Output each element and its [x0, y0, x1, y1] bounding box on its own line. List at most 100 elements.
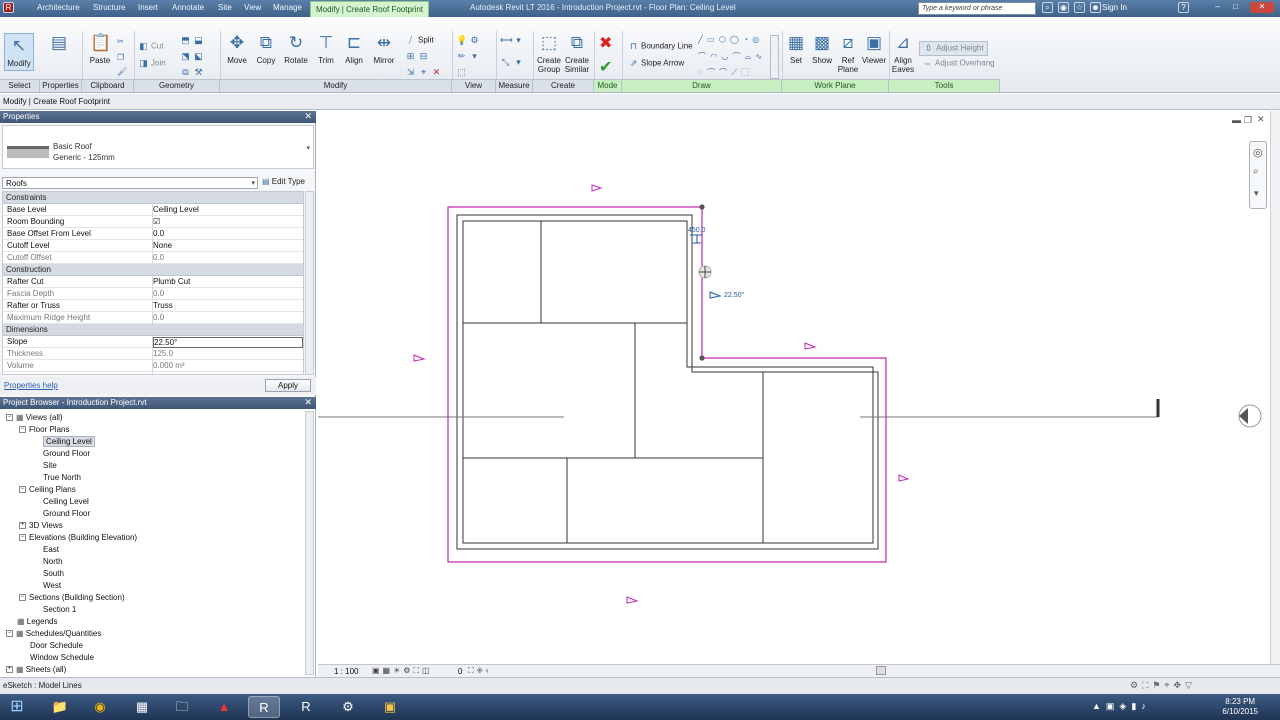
tab-manage[interactable]: Manage	[273, 3, 302, 12]
browser-item[interactable]: Ceiling Level	[32, 436, 95, 447]
property-value[interactable]: 0.0	[153, 313, 303, 324]
elevation-marker-right[interactable]	[1238, 404, 1262, 428]
property-row[interactable]: Cutoff Offset 0.0	[3, 252, 303, 264]
property-value[interactable]	[153, 373, 303, 374]
modify-tools-row-2[interactable]: ⊞ ⊟	[405, 51, 431, 62]
copy-small-icon[interactable]: ❐	[117, 53, 124, 62]
browser-item[interactable]: Ceiling Level	[32, 497, 89, 506]
temp-dimension-value[interactable]: 450.0	[688, 227, 706, 234]
property-value[interactable]: 22.50°	[153, 337, 303, 348]
expand-icon[interactable]: +	[19, 522, 26, 530]
property-row[interactable]: Room Bounding ☑	[3, 216, 303, 228]
horizontal-scroll-thumb[interactable]	[876, 666, 886, 675]
property-row[interactable]: Maximum Ridge Height 0.0	[3, 312, 303, 324]
draw-pick-tools[interactable]: ◌ ⌒ ⌒ ⟋ ⬚	[698, 67, 750, 78]
steering-wheel-icon[interactable]: ◎	[1253, 146, 1263, 159]
type-selector[interactable]: Basic Roof Generic - 125mm ▾	[2, 125, 314, 169]
help-icon[interactable]: ?	[1178, 2, 1189, 13]
minimize-view-icon[interactable]: ▬	[1232, 115, 1241, 125]
browser-item[interactable]: Section 1	[32, 605, 76, 614]
property-row[interactable]: Slope 22.50°	[3, 336, 303, 348]
property-row[interactable]: Volume 0.000 m³	[3, 360, 303, 372]
browser-item[interactable]: − ▦ Schedules/Quantities	[6, 629, 101, 638]
browser-item[interactable]: − Ceiling Plans	[19, 485, 76, 494]
tab-view[interactable]: View	[244, 3, 261, 12]
browser-item[interactable]: Window Schedule	[19, 653, 94, 662]
geometry-tool-3[interactable]: ⧉ ⚒	[180, 67, 206, 78]
ref-plane-button[interactable]: ⧄ Ref Plane	[836, 33, 860, 74]
viewer-button[interactable]: ▣ Viewer	[861, 33, 887, 65]
mirror-button[interactable]: ⇹ Mirror	[370, 33, 398, 65]
browser-item[interactable]: + ▦ Sheets (all)	[6, 665, 66, 674]
chrome-icon[interactable]: ◉	[84, 696, 116, 718]
property-value[interactable]: 0.0	[153, 253, 303, 264]
property-value[interactable]: Plumb Cut	[153, 277, 303, 288]
close-icon[interactable]: ✕	[1250, 2, 1274, 13]
settings-gear-icon[interactable]: ⚙	[332, 696, 364, 718]
create-group-button[interactable]: ⬚ Create Group	[536, 33, 562, 74]
property-value[interactable]: Ceiling Level	[153, 205, 303, 216]
property-row[interactable]: Base Level Ceiling Level	[3, 204, 303, 216]
rotate-button[interactable]: ↻ Rotate	[282, 33, 310, 65]
revit-app-icon[interactable]: R	[3, 2, 14, 13]
property-value[interactable]: 125.0	[153, 349, 303, 360]
select-panel-dropdown[interactable]: Select	[0, 79, 40, 92]
roof-footprint-sketch[interactable]	[447, 206, 887, 563]
delete-icon[interactable]: ✕	[431, 67, 442, 78]
property-value[interactable]: Truss	[153, 301, 303, 312]
canvas-vertical-scrollbar[interactable]	[1270, 111, 1280, 664]
browser-item[interactable]: East	[32, 545, 59, 554]
revit-viewer-icon[interactable]: R	[290, 696, 322, 718]
project-browser-scrollbar[interactable]	[305, 411, 314, 675]
drawing-canvas[interactable]: 450.0 22.50° ◎ ⌕ ▾ ▬ ❐ ✕	[318, 111, 1270, 664]
geometry-tool-1[interactable]: ⬒ ⬓	[180, 35, 206, 46]
show-work-plane-button[interactable]: ▩ Show	[810, 33, 834, 65]
selection-filter-icons[interactable]: ⚙⛶⚑⌖✥▽	[1130, 680, 1196, 691]
browser-item[interactable]: − Sections (Building Section)	[19, 593, 125, 602]
adjust-overhang-button[interactable]: ⇔ Adjust Overhang	[919, 57, 998, 70]
chevron-down-icon[interactable]: ▾	[306, 144, 310, 152]
property-row[interactable]: Thickness 125.0	[3, 348, 303, 360]
navigation-bar[interactable]: ◎ ⌕ ▾	[1249, 141, 1267, 209]
maximize-icon[interactable]: □	[1230, 2, 1241, 13]
match-type-icon[interactable]: 🖌	[117, 67, 127, 76]
property-row[interactable]: Area	[3, 372, 303, 374]
restore-view-icon[interactable]: ❐	[1244, 115, 1252, 126]
calculator-icon[interactable]: ▦	[126, 696, 158, 718]
tab-insert[interactable]: Insert	[138, 3, 158, 12]
start-button-icon[interactable]: ⊞	[2, 696, 32, 718]
boundary-line-button[interactable]: ⊓ Boundary Line	[628, 41, 693, 52]
browser-item[interactable]: Ground Floor	[32, 509, 90, 518]
draw-arc-tools[interactable]: ⌒ ◠ ◡ ⌒ ⌓ ∿	[698, 51, 763, 62]
browser-item[interactable]: South	[32, 569, 64, 578]
browser-item[interactable]: West	[32, 581, 61, 590]
apply-button[interactable]: Apply	[265, 379, 311, 392]
view-control-icons[interactable]: ▣▦☀⚙⛶◫	[372, 666, 433, 676]
property-group-header[interactable]: Dimensions	[3, 324, 303, 336]
property-row[interactable]: Rafter or Truss Truss	[3, 300, 303, 312]
cancel-edit-mode-button[interactable]: ✖	[599, 33, 612, 53]
adjust-height-button[interactable]: ⇳ Adjust Height	[919, 41, 988, 56]
finish-edit-mode-button[interactable]: ✔	[599, 57, 612, 77]
draw-line-tools[interactable]: ╱ ▭ ⬡ ◯ ◔ ◎	[698, 35, 760, 44]
property-group-header[interactable]: Construction	[3, 264, 303, 276]
close-icon[interactable]: ✕	[304, 397, 312, 408]
browser-item[interactable]: Ground Floor	[32, 449, 90, 458]
property-value[interactable]: 0.000 m³	[153, 361, 303, 372]
expand-icon[interactable]: +	[6, 666, 13, 674]
property-value[interactable]: ☑	[153, 217, 303, 228]
chevron-down-icon[interactable]: ▾	[1254, 188, 1259, 199]
collapse-icon[interactable]: −	[19, 486, 26, 494]
trim-button[interactable]: ⊤ Trim	[313, 33, 339, 65]
property-value[interactable]: 0.0	[153, 289, 303, 300]
minimize-icon[interactable]: –	[1212, 2, 1223, 13]
set-work-plane-button[interactable]: ▦ Set	[785, 33, 807, 65]
folder-icon[interactable]: 🗀	[166, 696, 198, 718]
subscription-icon[interactable]: ◉	[1058, 2, 1069, 13]
move-button[interactable]: ✥ Move	[224, 33, 250, 65]
taskbar-clock[interactable]: 8:23 PM 6/10/2015	[1222, 697, 1258, 717]
close-view-icon[interactable]: ✕	[1257, 114, 1265, 125]
collapse-icon[interactable]: −	[6, 414, 13, 422]
browser-item[interactable]: − Floor Plans	[19, 425, 69, 434]
properties-scrollbar[interactable]	[305, 191, 314, 375]
